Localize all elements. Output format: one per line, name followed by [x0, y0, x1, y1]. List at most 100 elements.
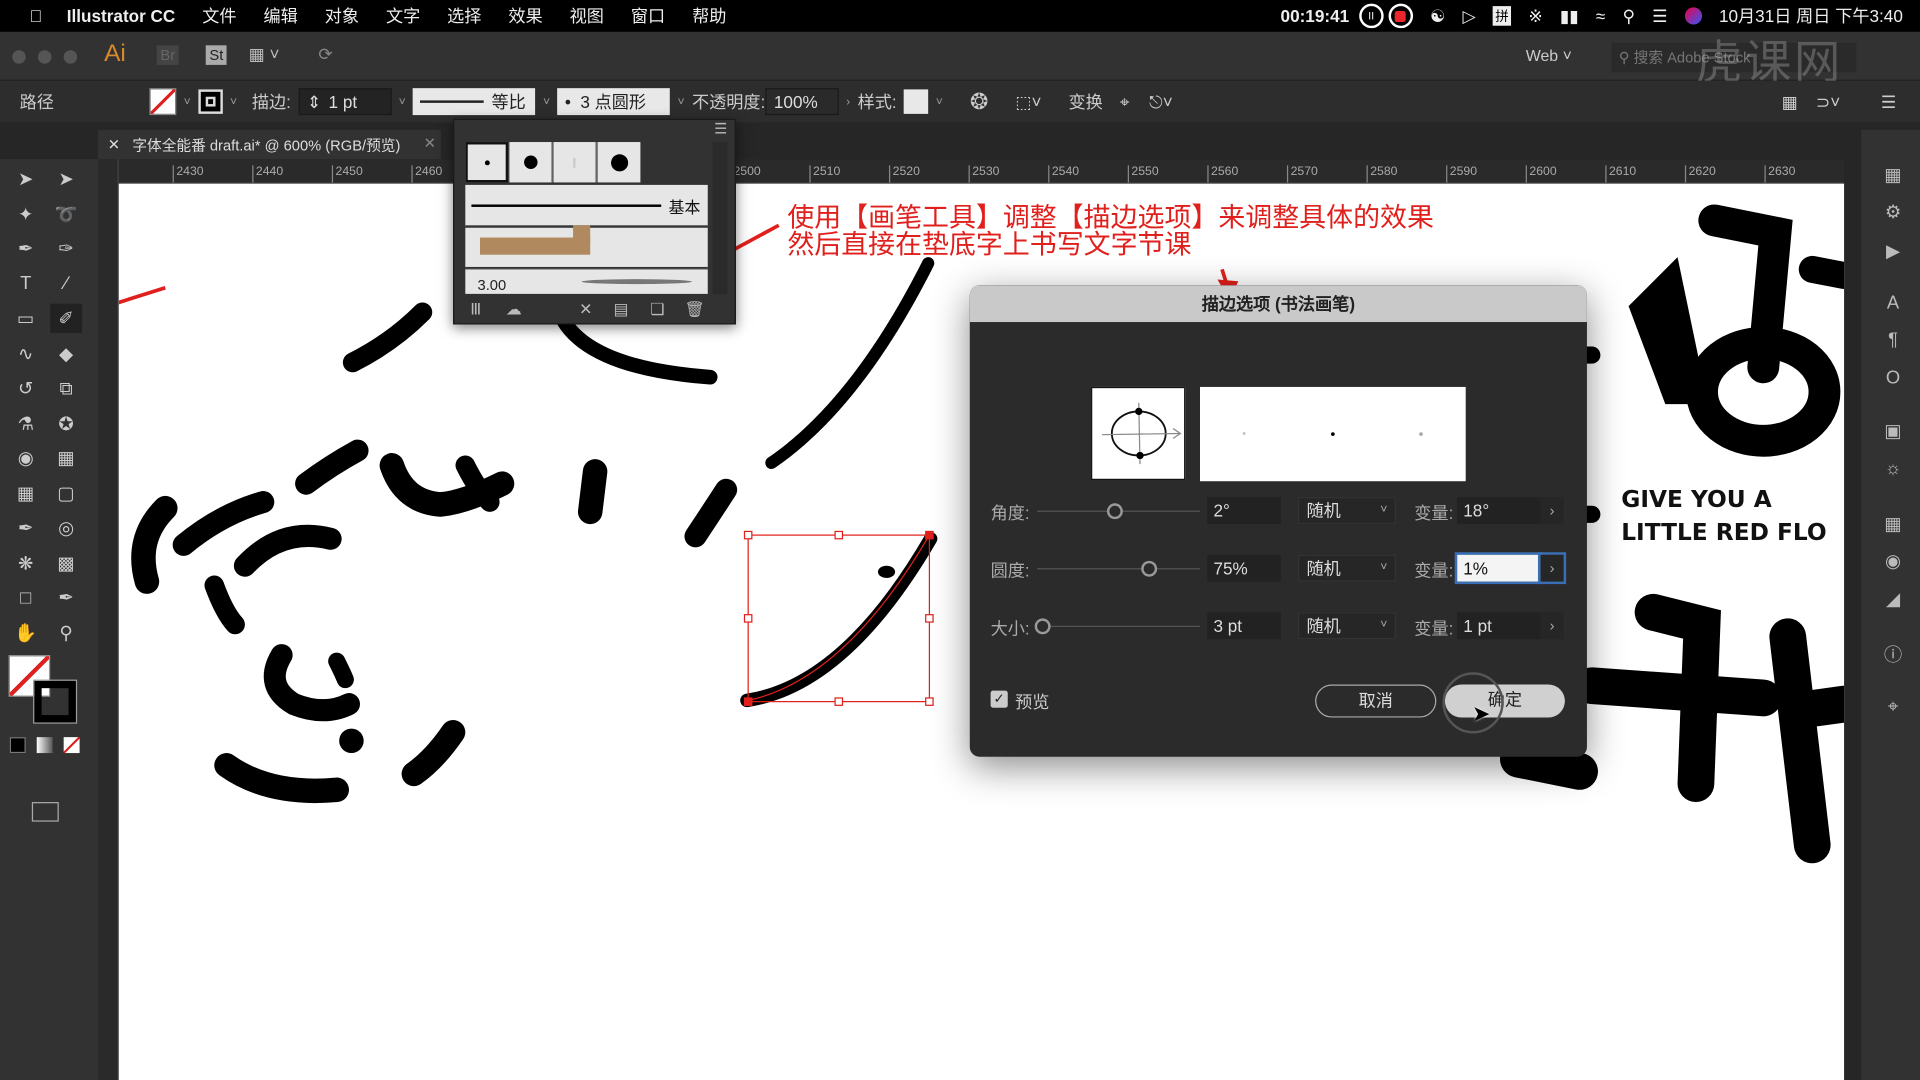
curvature-tool-button[interactable]: ✑ — [50, 234, 82, 263]
rotate-tool-button[interactable]: ↺ — [10, 373, 42, 402]
stroke-dropdown-icon[interactable]: ˅ — [230, 95, 237, 108]
shape-builder-tool-button[interactable]: ◉ — [10, 443, 42, 472]
brush-shape-preview[interactable] — [1091, 386, 1186, 481]
zoom-window-button[interactable] — [63, 50, 78, 64]
close-tab-icon[interactable]: ✕ — [108, 136, 120, 153]
rectangle-tool-button[interactable]: ▭ — [10, 304, 42, 333]
appearance-icon[interactable]: ☼ — [1881, 458, 1905, 482]
variation-mode-dropdown[interactable]: 随机 ˅ — [1297, 497, 1396, 525]
opacity-input[interactable]: 100% — [765, 88, 839, 116]
minimize-window-button[interactable] — [37, 50, 52, 64]
paragraph-icon[interactable]: ¶ — [1881, 329, 1905, 353]
value-field[interactable]: 75% — [1207, 554, 1281, 582]
eraser-tool-button[interactable]: ◆ — [50, 339, 82, 368]
style-swatch[interactable] — [903, 89, 929, 114]
scale-tool-button[interactable]: ⧉ — [50, 373, 82, 402]
stock-button[interactable]: St — [205, 45, 227, 65]
color-guide-icon[interactable]: ◉ — [1881, 550, 1905, 574]
variation-mode-dropdown[interactable]: 随机 ˅ — [1297, 612, 1396, 640]
stroke-color-swatch[interactable] — [33, 679, 78, 724]
artboard-tool-button[interactable]: □ — [10, 583, 42, 612]
brush-basic[interactable]: 基本 — [465, 184, 708, 227]
brush-swatch-3pt-round[interactable] — [465, 142, 509, 183]
selection-tool-button[interactable]: ➤ — [10, 164, 42, 193]
libraries-icon[interactable]: ⚙ — [1881, 201, 1905, 225]
new-brush-icon[interactable]: ❏ — [650, 300, 664, 320]
isolate-icon[interactable]: ⌖ — [1120, 91, 1130, 112]
libraries-icon[interactable]: ☁ — [506, 300, 522, 320]
workspace-switcher[interactable]: Web ˅ — [1526, 47, 1572, 65]
gradient-tool-button[interactable]: ▢ — [50, 478, 82, 507]
menu-file[interactable]: 文件 — [202, 4, 236, 28]
variation-mode-dropdown[interactable]: 随机 ˅ — [1297, 554, 1396, 582]
opentype-icon[interactable]: O — [1881, 367, 1905, 391]
screen-mode-icon[interactable] — [31, 802, 59, 822]
transform-icon[interactable]: ⌖ — [1881, 697, 1905, 721]
bluetooth-icon[interactable]: ※ — [1528, 6, 1542, 27]
remove-brush-stroke-icon[interactable]: ✕ — [579, 300, 592, 320]
play-icon[interactable]: ▷ — [1463, 6, 1476, 27]
slider-knob[interactable] — [1034, 618, 1051, 635]
slider-track[interactable] — [1037, 568, 1201, 570]
wifi-icon[interactable]: ≈ — [1596, 6, 1605, 26]
cancel-button[interactable]: 取消 — [1315, 684, 1437, 718]
variation-slider-toggle[interactable]: › — [1537, 552, 1567, 585]
image-trace-icon[interactable]: ▣ — [1881, 420, 1905, 444]
eyedropper-tool-button[interactable]: ✒ — [10, 513, 42, 542]
input-method-icon[interactable]: 拼 — [1492, 6, 1512, 26]
slider-knob[interactable] — [1140, 560, 1157, 577]
swatches-icon[interactable]: ▦ — [1881, 513, 1905, 537]
blend-tool-button[interactable]: ◎ — [50, 513, 82, 542]
shaper-tool-button[interactable]: ∿ — [10, 339, 42, 368]
control-center-icon[interactable]: ☰ — [1652, 6, 1667, 27]
panel-scrollbar[interactable] — [712, 142, 728, 294]
delete-brush-icon[interactable]: 🗑 — [684, 300, 704, 320]
menu-app-name[interactable]: Illustrator CC — [67, 6, 176, 26]
close-window-button[interactable] — [12, 50, 26, 64]
close-second-tab-icon[interactable]: ✕ — [424, 135, 436, 152]
hand-tool-button[interactable]: ✋ — [10, 618, 42, 647]
value-field[interactable]: 2° — [1207, 497, 1281, 525]
color-mode-button[interactable] — [9, 737, 26, 754]
line-tool-button[interactable]: ∕ — [50, 269, 82, 298]
menu-object[interactable]: 对象 — [325, 4, 359, 28]
properties-icon[interactable]: ▦ — [1881, 164, 1905, 188]
pause-icon[interactable]: II — [1358, 3, 1384, 29]
value-field[interactable]: 3 pt — [1207, 612, 1281, 640]
panel-menu-icon[interactable]: ☰ — [1881, 91, 1896, 112]
menu-edit[interactable]: 编辑 — [263, 4, 297, 28]
pattern-brush[interactable] — [465, 225, 708, 269]
select-similar-icon[interactable]: ⎋˅ — [1149, 91, 1173, 112]
arrange-icon[interactable]: ▦ — [1782, 91, 1798, 112]
siri-icon[interactable] — [1684, 7, 1702, 25]
menu-type[interactable]: 文字 — [386, 4, 420, 28]
variation-field[interactable]: 1 pt — [1457, 612, 1541, 640]
brush-swatch-large-round[interactable] — [597, 142, 641, 183]
record-icon[interactable] — [1388, 3, 1413, 29]
stroke-swatch[interactable] — [198, 89, 223, 114]
column-graph-tool-button[interactable]: ▩ — [50, 548, 82, 577]
battery-icon[interactable]: ▮▮ — [1560, 6, 1579, 27]
art-brush-item[interactable]: 3.00 — [465, 269, 708, 294]
slider-knob[interactable] — [1106, 503, 1123, 520]
arrange-documents-icon[interactable]: ▦ ˅ — [249, 44, 280, 65]
paintbrush-tool-button[interactable]: ✐ — [50, 303, 83, 334]
slider-track[interactable] — [1037, 625, 1201, 627]
stroke-weight-dropdown-icon[interactable]: ˅ — [399, 95, 406, 108]
none-mode-button[interactable] — [63, 737, 80, 754]
apple-icon[interactable]:  — [29, 6, 42, 26]
brush-dropdown-icon[interactable]: ˅ — [677, 95, 684, 108]
creative-cloud-icon[interactable]: ☯ — [1430, 6, 1445, 27]
brush-swatch-flat[interactable] — [553, 142, 597, 183]
fill-swatch[interactable] — [149, 88, 177, 116]
gradient-icon[interactable]: ◢ — [1881, 588, 1905, 612]
menu-effect[interactable]: 效果 — [508, 4, 542, 28]
slice-tool-button[interactable]: ✒ — [50, 583, 82, 612]
pen-tool-button[interactable]: ✒ — [10, 234, 42, 263]
menu-select[interactable]: 选择 — [447, 4, 481, 28]
gpu-performance-icon[interactable]: ⟳ — [318, 44, 332, 65]
variation-field[interactable]: 1% — [1454, 552, 1543, 585]
variable-width-profile[interactable]: 等比 — [413, 88, 536, 116]
recolor-artwork-icon[interactable]: ❂ — [970, 89, 988, 115]
brush-definition[interactable]: • 3 点圆形 — [557, 88, 671, 116]
